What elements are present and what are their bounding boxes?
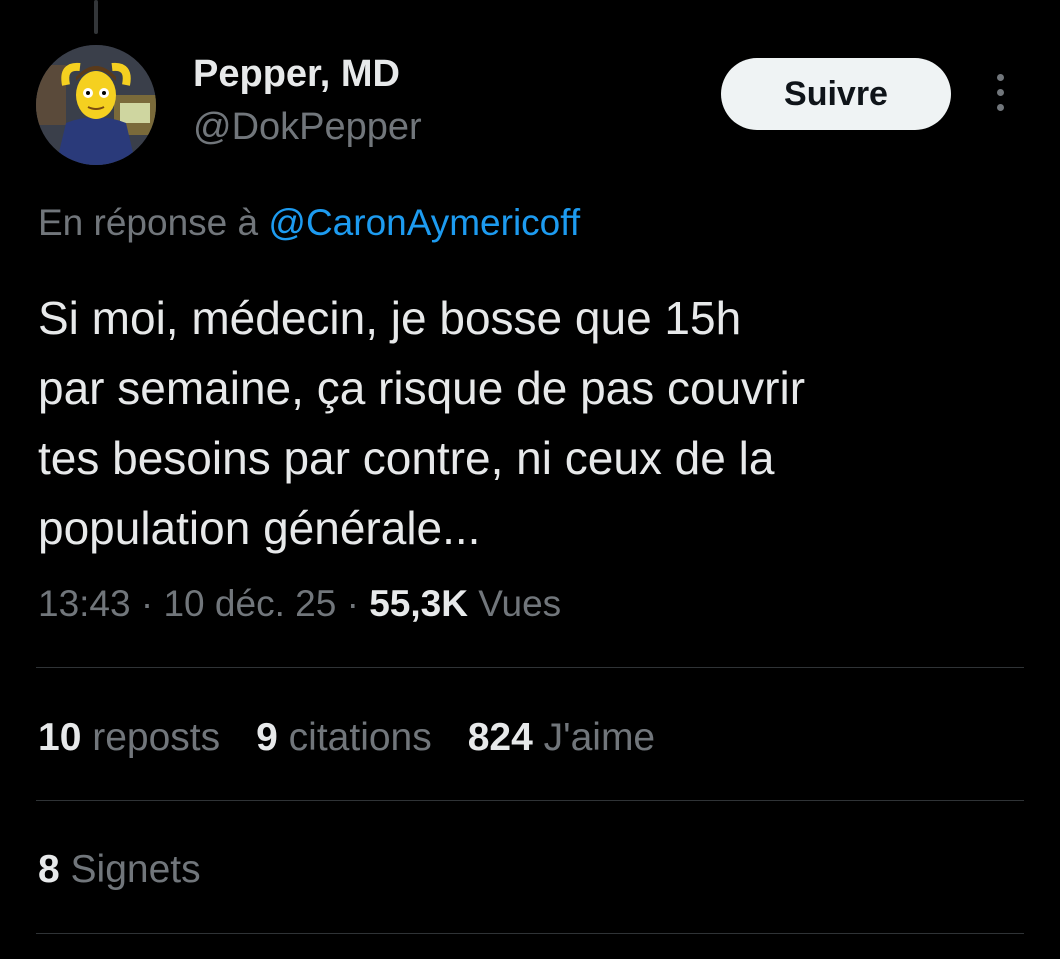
quotes-label: citations — [277, 716, 432, 759]
divider — [36, 800, 1024, 801]
tweet-text-line: population générale... — [38, 502, 481, 554]
tweet-time[interactable]: 13:43 — [38, 583, 131, 624]
tweet-text-line: tes besoins par contre, ni ceux de la — [38, 432, 775, 484]
views-count: 55,3K — [369, 583, 468, 624]
likes-stat[interactable]: 824 J'aime — [468, 716, 655, 759]
tweet-text: Si moi, médecin, je bosse que 15h par se… — [38, 283, 998, 563]
likes-label: J'aime — [532, 716, 656, 759]
reposts-count: 10 — [38, 716, 82, 759]
quotes-stat[interactable]: 9 citations — [256, 716, 432, 759]
tweet-text-line: par semaine, ça risque de pas couvrir — [38, 362, 806, 414]
tweet-text-line: Si moi, médecin, je bosse que 15h — [38, 292, 742, 344]
reply-prefix: En réponse à — [38, 202, 269, 243]
avatar[interactable] — [36, 45, 156, 165]
meta-separator: · — [130, 583, 164, 624]
tweet-date[interactable]: 10 déc. 25 — [163, 583, 336, 624]
tweet-metadata: 13:43 · 10 déc. 25 · 55,3K Vues — [38, 583, 561, 625]
divider — [36, 667, 1024, 668]
reposts-stat[interactable]: 10 reposts — [38, 716, 220, 759]
bookmarks-count: 8 — [38, 848, 60, 891]
author-handle[interactable]: @DokPepper — [193, 106, 422, 149]
bookmarks-label: Signets — [59, 848, 201, 891]
quotes-count: 9 — [256, 716, 278, 759]
follow-button[interactable]: Suivre — [721, 58, 951, 130]
more-options-icon[interactable] — [985, 74, 1015, 118]
meta-separator: · — [336, 583, 370, 624]
engagement-stats: 10 reposts 9 citations 824 J'aime — [38, 716, 691, 760]
views-label: Vues — [467, 583, 562, 624]
thread-connector-line — [94, 0, 98, 34]
cartoon-avatar-icon — [36, 45, 156, 165]
likes-count: 824 — [467, 716, 533, 759]
author-display-name[interactable]: Pepper, MD — [193, 53, 400, 96]
bookmarks-stat[interactable]: 8 Signets — [38, 848, 201, 892]
reposts-label: reposts — [81, 716, 221, 759]
reply-context: En réponse à @CaronAymericoff — [38, 202, 580, 244]
reply-mention-link[interactable]: @CaronAymericoff — [268, 202, 580, 243]
divider — [36, 933, 1024, 934]
